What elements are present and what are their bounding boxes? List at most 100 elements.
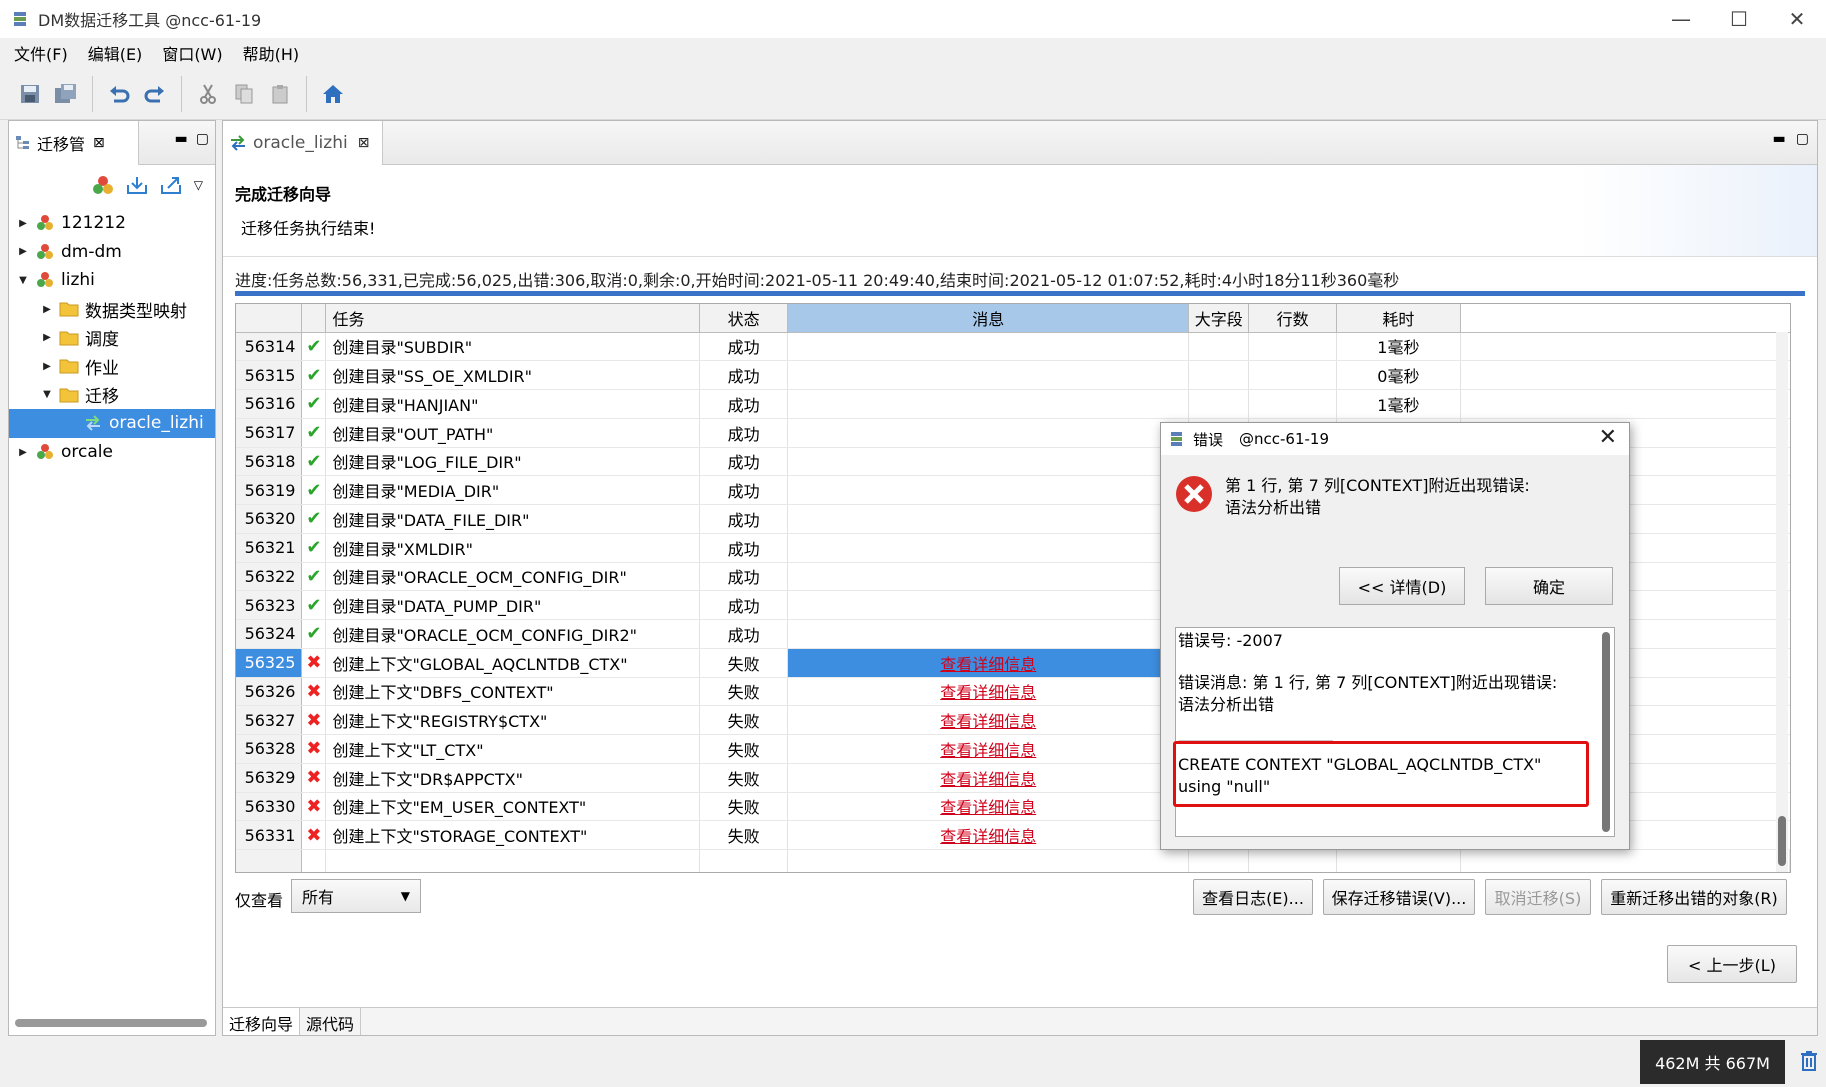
expanded-triangle-icon[interactable]: ▼ [39, 389, 55, 400]
minimize-view-icon[interactable]: ▬ [1773, 131, 1786, 147]
retry-failed-button[interactable]: 重新迁移出错的对象(R) [1601, 879, 1787, 915]
tree-item[interactable]: oracle_lizhi [9, 409, 215, 438]
col-header-lob[interactable]: 大字段 [1188, 304, 1250, 333]
new-connection-icon[interactable] [92, 175, 114, 195]
view-details-link[interactable]: 查看详细信息 [940, 712, 1036, 731]
memory-indicator[interactable]: 462M 共 667M [1640, 1040, 1785, 1084]
save-errors-button[interactable]: 保存迁移错误(V)... [1323, 879, 1475, 915]
redo-icon[interactable] [140, 79, 170, 109]
tree-item[interactable]: ▶ 作业 [9, 352, 215, 381]
collapsed-triangle-icon[interactable]: ▶ [39, 332, 55, 343]
col-header-rows[interactable]: 行数 [1248, 304, 1337, 333]
tree-item[interactable]: ▼ 迁移 [9, 381, 215, 410]
menu-edit[interactable]: 编辑(E) [78, 41, 153, 65]
view-details-link[interactable]: 查看详细信息 [940, 827, 1036, 846]
minimize-button[interactable]: — [1652, 0, 1710, 38]
copy-icon[interactable] [229, 79, 259, 109]
home-icon[interactable] [318, 79, 348, 109]
success-check-icon: ✔ [301, 475, 327, 505]
tree-item[interactable]: ▶ 数据类型映射 [9, 295, 215, 324]
paste-icon[interactable] [265, 79, 295, 109]
view-log-button[interactable]: 查看日志(E)... [1193, 879, 1313, 915]
collapsed-triangle-icon[interactable]: ▶ [39, 361, 55, 372]
col-header-time[interactable]: 耗时 [1336, 304, 1461, 333]
message-cell[interactable]: 查看详细信息 [787, 763, 1190, 793]
tab-migration-manager[interactable]: 迁移管 ⊠ [9, 121, 139, 165]
toolbar-separator [181, 75, 182, 112]
menu-help[interactable]: 帮助(H) [233, 41, 310, 65]
cut-icon[interactable] [193, 79, 223, 109]
tree-item[interactable]: ▶ orcale [9, 438, 215, 467]
empty-cell [787, 849, 1190, 872]
col-header-id [236, 304, 303, 333]
message-cell[interactable]: 查看详细信息 [787, 648, 1190, 678]
collapsed-triangle-icon[interactable]: ▶ [39, 304, 55, 315]
maximize-view-icon[interactable]: ▢ [1796, 131, 1809, 147]
view-details-link[interactable]: 查看详细信息 [940, 655, 1036, 674]
view-details-link[interactable]: 查看详细信息 [940, 770, 1036, 789]
details-button[interactable]: << 详情(D) [1339, 567, 1465, 605]
message-cell[interactable]: 查看详细信息 [787, 677, 1190, 707]
vertical-scrollbar[interactable] [1776, 332, 1788, 872]
view-details-link[interactable]: 查看详细信息 [940, 741, 1036, 760]
status-cell: 成功 [699, 504, 789, 534]
tree-item[interactable]: ▼ lizhi [9, 266, 215, 295]
message-cell [787, 504, 1190, 534]
import-icon[interactable] [126, 175, 148, 195]
message-cell[interactable]: 查看详细信息 [787, 820, 1190, 850]
status-cell: 成功 [699, 389, 789, 419]
menu-window[interactable]: 窗口(W) [152, 41, 232, 65]
filter-select[interactable]: 所有 ▼ [291, 879, 421, 913]
table-row[interactable]: 56314 ✔ 创建目录"SUBDIR" 成功 1毫秒 [236, 332, 1790, 362]
table-row[interactable]: 56316 ✔ 创建目录"HANJIAN" 成功 1毫秒 [236, 389, 1790, 419]
detail-scrollbar[interactable] [1602, 632, 1610, 832]
wizard-subtitle: 迁移任务执行结束! [241, 219, 376, 238]
col-header-task[interactable]: 任务 [325, 304, 701, 333]
message-cell[interactable]: 查看详细信息 [787, 792, 1190, 822]
tab-migration-wizard[interactable]: 迁移向导 [223, 1008, 301, 1035]
save-all-icon[interactable] [51, 79, 81, 109]
col-header-status[interactable]: 状态 [699, 304, 789, 333]
ok-button[interactable]: 确定 [1485, 567, 1613, 605]
save-icon[interactable] [15, 79, 45, 109]
close-button[interactable]: ✕ [1768, 0, 1826, 38]
tree-item[interactable]: ▶ dm-dm [9, 238, 215, 267]
maximize-button[interactable]: ☐ [1710, 0, 1768, 38]
tree-item[interactable]: ▶ 121212 [9, 209, 215, 238]
collapsed-triangle-icon[interactable]: ▶ [15, 447, 31, 458]
tree-item[interactable]: ▶ 调度 [9, 323, 215, 352]
table-row[interactable]: 56315 ✔ 创建目录"SS_OE_XMLDIR" 成功 0毫秒 [236, 360, 1790, 390]
minimize-view-icon[interactable]: ▬ [175, 131, 188, 147]
wizard-header: 完成迁移向导 迁移任务执行结束! [223, 165, 1817, 257]
close-tab-icon[interactable]: ⊠ [358, 135, 370, 151]
view-details-link[interactable]: 查看详细信息 [940, 683, 1036, 702]
task-cell: 创建目录"MEDIA_DIR" [325, 475, 701, 505]
progress-bar [235, 291, 1805, 296]
expanded-triangle-icon[interactable]: ▼ [15, 275, 31, 286]
export-icon[interactable] [160, 175, 182, 195]
garbage-collect-icon[interactable] [1800, 1050, 1818, 1072]
message-cell [787, 562, 1190, 592]
message-cell[interactable]: 查看详细信息 [787, 734, 1190, 764]
collapsed-triangle-icon[interactable]: ▶ [15, 246, 31, 257]
view-menu-icon[interactable]: ▽ [194, 178, 203, 192]
maximize-view-icon[interactable]: ▢ [196, 131, 209, 147]
message-cell [787, 475, 1190, 505]
horizontal-scrollbar[interactable] [15, 1019, 207, 1027]
undo-icon[interactable] [104, 79, 134, 109]
message-cell[interactable]: 查看详细信息 [787, 705, 1190, 735]
cancel-migration-button[interactable]: 取消迁移(S) [1485, 879, 1591, 915]
menu-file[interactable]: 文件(F) [4, 41, 78, 65]
status-cell: 失败 [699, 677, 789, 707]
success-check-icon: ✔ [301, 418, 327, 448]
previous-step-button[interactable]: < 上一步(L) [1667, 945, 1797, 983]
tab-source-code[interactable]: 源代码 [300, 1008, 362, 1035]
view-details-link[interactable]: 查看详细信息 [940, 798, 1036, 817]
dialog-close-icon[interactable]: ✕ [1599, 425, 1617, 450]
close-tab-icon[interactable]: ⊠ [93, 135, 105, 151]
tab-oracle-lizhi[interactable]: oracle_lizhi ⊠ [223, 121, 383, 165]
collapsed-triangle-icon[interactable]: ▶ [15, 218, 31, 229]
filter-label: 仅查看 [235, 891, 284, 910]
row-id: 56327 [236, 705, 303, 735]
col-header-message[interactable]: 消息 [787, 304, 1190, 333]
